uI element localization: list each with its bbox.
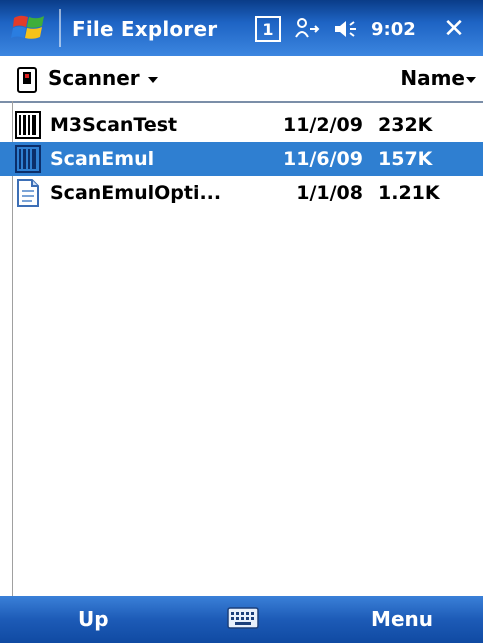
file-date: 11/6/09 <box>283 148 363 170</box>
folder-bar: Scanner Name <box>0 56 483 102</box>
chevron-down-icon[interactable] <box>147 74 159 86</box>
close-button[interactable]: ✕ <box>437 12 471 46</box>
volume-icon[interactable] <box>333 17 359 41</box>
softkey-bar: Up Menu <box>0 596 483 643</box>
chevron-down-icon[interactable] <box>465 74 477 86</box>
file-size: 232K <box>378 114 433 136</box>
connectivity-icon[interactable] <box>293 17 321 41</box>
barcode-icon <box>14 111 42 139</box>
document-icon <box>14 179 42 207</box>
file-name: ScanEmulOpti... <box>50 182 222 204</box>
notification-count-badge[interactable]: 1 <box>255 16 281 42</box>
clock[interactable]: 9:02 <box>371 19 416 40</box>
header-divider <box>0 101 483 103</box>
file-name: ScanEmul <box>50 148 155 170</box>
file-row-selected[interactable]: ScanEmul 11/6/09 157K <box>0 142 483 176</box>
file-row[interactable]: M3ScanTest 11/2/09 232K <box>0 108 483 142</box>
screen: File Explorer 1 9:02 ✕ Scanner Name M3Sc… <box>0 0 483 643</box>
windows-start-icon[interactable] <box>10 12 54 44</box>
file-list: M3ScanTest 11/2/09 232K ScanEmul 11/6/09… <box>0 104 483 594</box>
menu-softkey[interactable]: Menu <box>371 607 433 631</box>
sort-dropdown[interactable]: Name <box>400 66 465 90</box>
file-date: 1/1/08 <box>296 182 363 204</box>
file-date: 11/2/09 <box>283 114 363 136</box>
title-bar: File Explorer 1 9:02 ✕ <box>0 0 483 57</box>
keyboard-icon[interactable] <box>227 606 259 630</box>
file-name: M3ScanTest <box>50 114 178 136</box>
file-size: 1.21K <box>378 182 440 204</box>
app-title: File Explorer <box>72 17 218 41</box>
folder-dropdown[interactable]: Scanner <box>48 66 140 90</box>
file-row[interactable]: ScanEmulOpti... 1/1/08 1.21K <box>0 176 483 210</box>
up-softkey[interactable]: Up <box>78 607 109 631</box>
barcode-icon <box>14 145 42 173</box>
file-size: 157K <box>378 148 433 170</box>
scanner-folder-icon <box>17 67 37 93</box>
status-area[interactable]: 1 9:02 <box>255 13 416 45</box>
title-divider <box>59 9 61 47</box>
